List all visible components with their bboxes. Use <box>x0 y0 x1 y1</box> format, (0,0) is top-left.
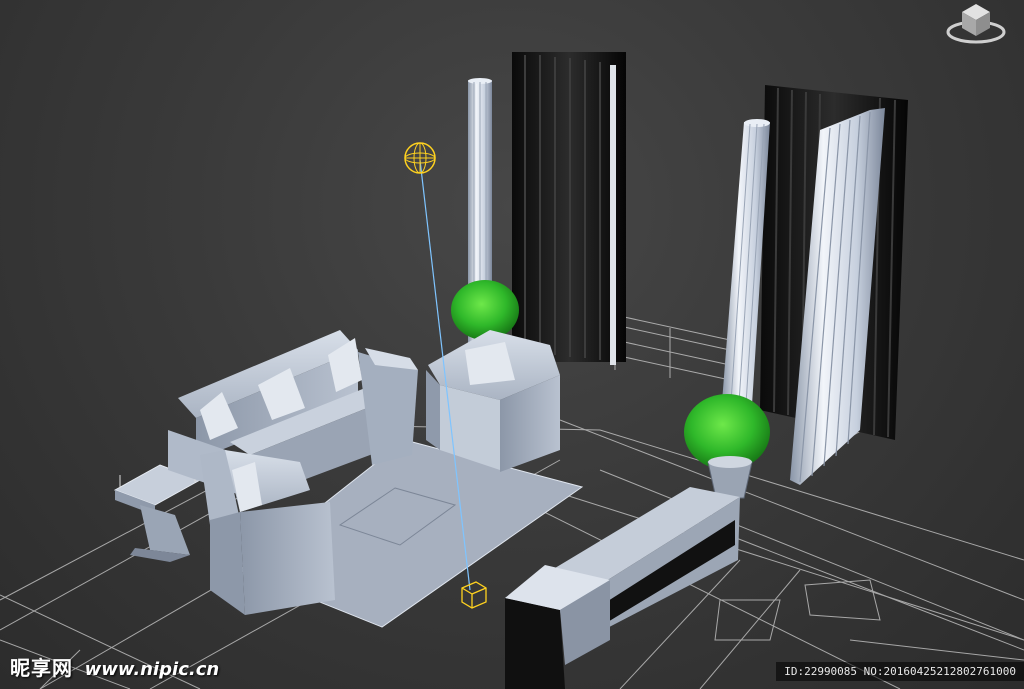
watermark-id: ID:22990085 NO:20160425212802761000 <box>776 662 1024 681</box>
watermark-logo-text: 昵享网 <box>10 656 73 680</box>
3d-viewport[interactable]: 昵享网 www.nipic.cn ID:22990085 NO:20160425… <box>0 0 1024 689</box>
omni-light-icon[interactable] <box>404 142 436 174</box>
curtain-left <box>512 52 626 365</box>
side-table <box>113 464 202 562</box>
watermark-url: www.nipic.cn <box>84 659 220 680</box>
scene-render[interactable] <box>0 0 1024 689</box>
watermark-logo: 昵享网 www.nipic.cn <box>10 652 219 681</box>
console-table <box>505 487 740 689</box>
plant-right <box>684 394 770 499</box>
viewcube-icon[interactable] <box>944 0 1008 46</box>
light-target-box-icon[interactable] <box>461 581 487 609</box>
armchair-right <box>426 330 560 472</box>
plant-left <box>451 280 519 340</box>
